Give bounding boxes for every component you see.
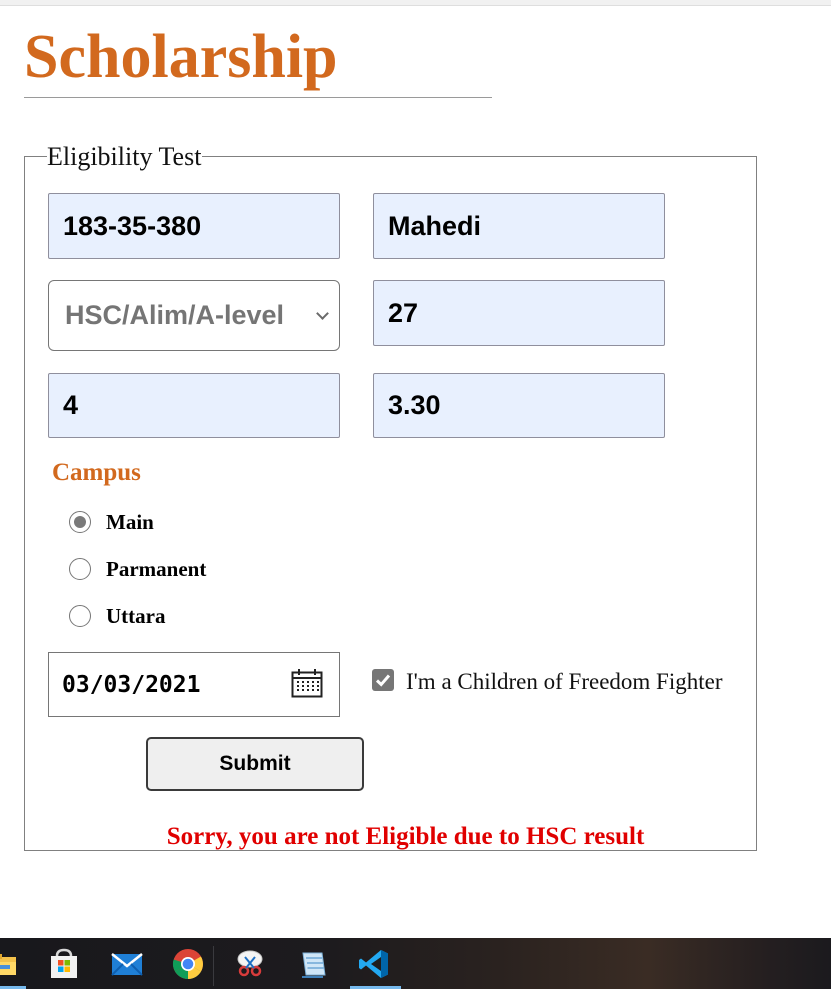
vscode-icon[interactable] [357, 947, 391, 981]
freedom-fighter-checkbox[interactable] [372, 669, 394, 691]
page-title: Scholarship [24, 23, 338, 91]
field-27-input[interactable]: 27 [373, 280, 665, 346]
student-id-input[interactable]: 183-35-380 [48, 193, 340, 259]
notepad-icon[interactable] [296, 947, 330, 981]
radio-button-checked[interactable] [69, 511, 91, 533]
campus-option-parmanent[interactable]: Parmanent [69, 557, 206, 581]
chrome-icon[interactable] [171, 947, 205, 981]
student-name-input[interactable]: Mahedi [373, 193, 665, 259]
result-message: Sorry, you are not Eligible due to HSC r… [166, 823, 645, 850]
submit-button[interactable]: Submit [146, 737, 364, 791]
chevron-down-icon [316, 307, 329, 320]
mail-icon[interactable] [110, 947, 144, 981]
radio-button[interactable] [69, 605, 91, 627]
eligibility-fieldset [24, 156, 757, 851]
calendar-icon[interactable] [291, 668, 323, 698]
campus-option-label: Uttara [106, 603, 166, 628]
campus-label: Campus [52, 459, 141, 486]
campus-option-label: Main [106, 509, 154, 534]
taskbar-divider [213, 946, 214, 986]
snipping-tool-icon[interactable] [233, 947, 267, 981]
exam-select[interactable]: HSC/Alim/A-level [48, 280, 340, 351]
checkmark-icon [375, 674, 391, 687]
browser-top-edge [0, 0, 831, 6]
field-4-input[interactable]: 4 [48, 373, 340, 438]
campus-option-main[interactable]: Main [69, 510, 154, 534]
campus-option-uttara[interactable]: Uttara [69, 604, 165, 628]
store-icon[interactable] [47, 947, 81, 981]
file-explorer-icon[interactable] [0, 947, 20, 981]
title-divider [24, 97, 492, 98]
radio-button[interactable] [69, 558, 91, 580]
campus-option-label: Parmanent [106, 556, 207, 581]
gpa-input[interactable]: 3.30 [373, 373, 665, 438]
exam-select-value: HSC/Alim/A-level [65, 300, 285, 330]
freedom-fighter-label[interactable]: I'm a Children of Freedom Fighter [406, 668, 723, 696]
fieldset-legend: Eligibility Test [47, 142, 203, 172]
